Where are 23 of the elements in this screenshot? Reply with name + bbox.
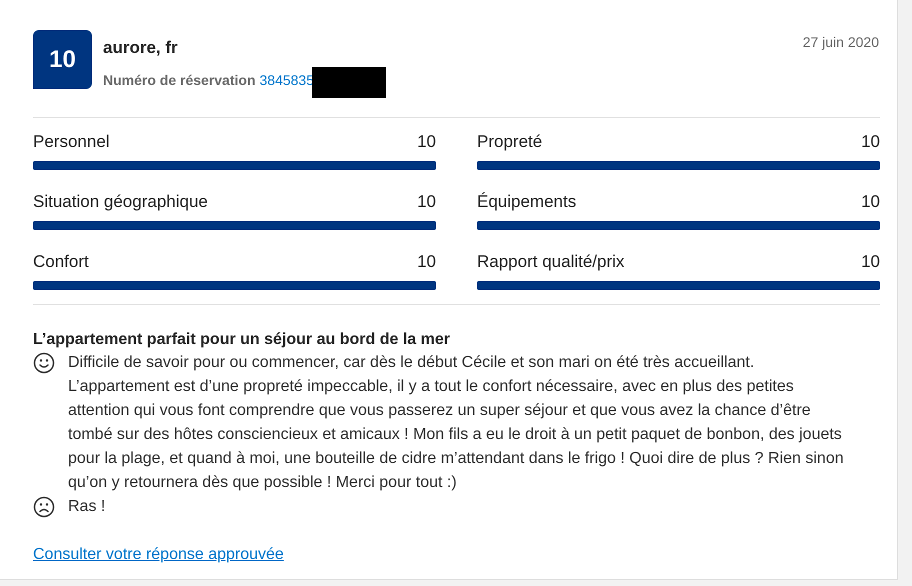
booking-number: 3845835 — [260, 71, 314, 90]
reviewer-name: aurore, fr — [103, 37, 179, 59]
score-badge: 10 — [33, 30, 92, 89]
smiley-icon — [33, 352, 55, 374]
approved-response-link[interactable]: Consulter votre réponse approuvée — [33, 543, 284, 567]
sad-face-icon — [33, 496, 55, 518]
review-title: L’appartement parfait pour un séjour au bord de la mer — [33, 330, 451, 350]
category-label: Propreté — [477, 131, 542, 153]
category-score: 10 — [861, 131, 880, 153]
booking-label: Numéro de réservation — [103, 71, 256, 90]
category-label: Situation géographique — [33, 191, 208, 213]
comment-text: Ras ! — [68, 497, 106, 517]
category-score: 10 — [417, 191, 436, 213]
category-score: 10 — [417, 251, 436, 273]
category-score: 10 — [861, 191, 880, 213]
category-score: 10 — [861, 251, 880, 273]
category-label: Rapport qualité/prix — [477, 251, 624, 273]
review-date: 27 juin 2020 — [802, 33, 879, 52]
category-label: Confort — [33, 251, 89, 273]
category-label: Équipements — [477, 191, 576, 213]
comment-text: Difficile de savoir pour ou commencer, car dès le début Cécile et son mari on été très accueillant. L’appartement est d’une propreté impeccable, il y a tout le confort nécessaire, avec en plus des petites attention qui vous font comprendre que vous passerez un super séjour et que vous avez la chance d’être tombé sur des hôtes consciencieux et amicaux ! Mon fils a eu le droit à un petit paquet de bonbon, des jouets pour la plage, et quand à moi, une bouteille de cidre m’attendant dans le frigo ! Quoi dire de plus ? Rien sinon qu’on y retournera dès que possible ! Merci pour tout :) — [68, 353, 845, 493]
category-label: Personnel — [33, 131, 110, 153]
category-score: 10 — [417, 131, 436, 153]
